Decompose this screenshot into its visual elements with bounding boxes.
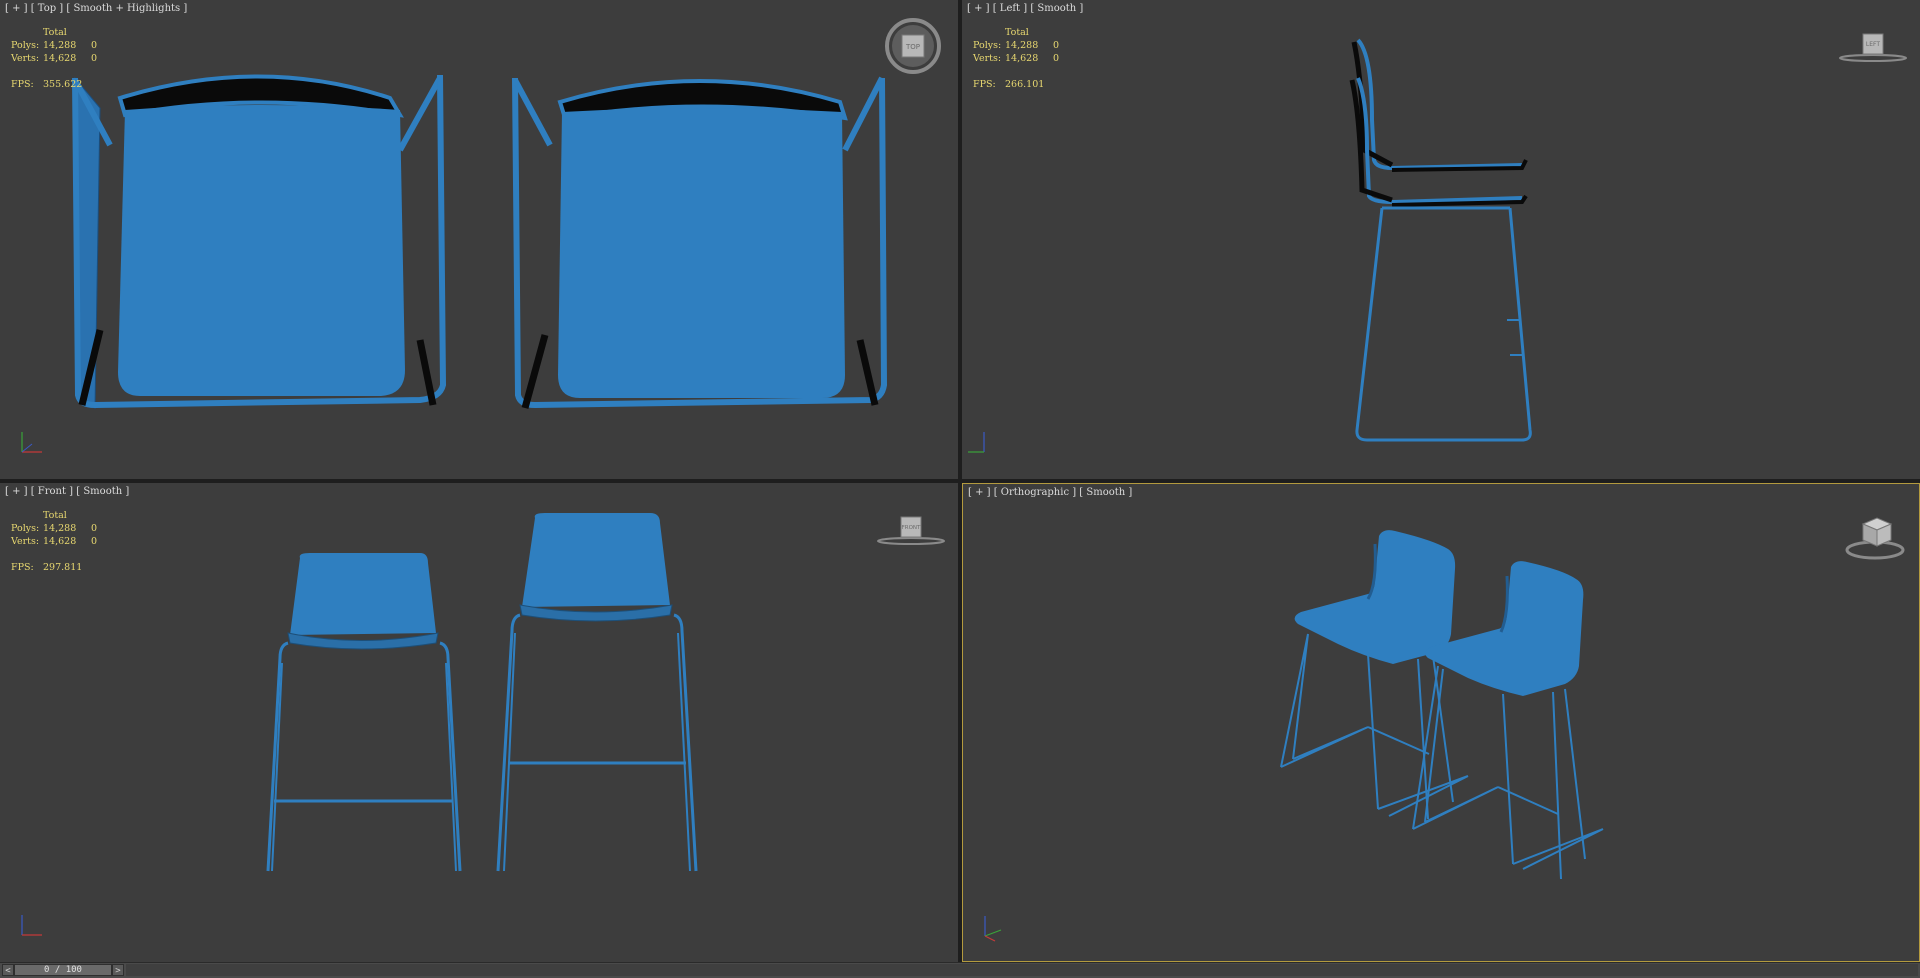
viewport-label[interactable]: [ + ] [ Orthographic ] [ Smooth ] <box>968 487 1132 498</box>
polys-selected: 0 <box>91 40 98 51</box>
polys-selected: 0 <box>1053 40 1060 51</box>
viewport-label[interactable]: [ + ] [ Top ] [ Smooth + Highlights ] <box>5 3 187 14</box>
polys-label: Polys: <box>11 40 40 51</box>
fps-value: 297.811 <box>43 562 83 573</box>
fps-label: FPS: <box>11 562 34 573</box>
viewcube-icon[interactable] <box>1843 508 1909 560</box>
chair-2-top <box>512 76 888 409</box>
timeline-prev-button[interactable]: < <box>2 964 14 976</box>
timeline-bar: < 0 / 100 > <box>0 962 1920 978</box>
viewcube-face-label: LEFT <box>1866 41 1880 48</box>
fps-label: FPS: <box>973 79 996 90</box>
viewport-label[interactable]: [ + ] [ Left ] [ Smooth ] <box>967 3 1083 14</box>
timeline-next-button[interactable]: > <box>112 964 124 976</box>
stats-header: Total <box>43 510 67 521</box>
time-slider[interactable]: 0 / 100 <box>14 964 112 976</box>
stats-header: Total <box>1005 27 1029 38</box>
polys-selected: 0 <box>91 523 98 534</box>
fps-label: FPS: <box>11 79 34 90</box>
left-view-scene <box>1349 38 1532 442</box>
viewcube-icon[interactable]: LEFT <box>1838 28 1908 64</box>
axis-gizmo-icon <box>21 915 42 936</box>
viewcube-face-label: FRONT <box>902 525 921 531</box>
viewport-label[interactable]: [ + ] [ Front ] [ Smooth ] <box>5 486 129 497</box>
chair-1-top <box>72 74 447 409</box>
viewport-top[interactable]: [ + ] [ Top ] [ Smooth + Highlights ] To… <box>0 0 958 479</box>
verts-label: Verts: <box>11 53 40 64</box>
verts-value: 14,628 <box>43 53 77 64</box>
axis-gizmo-icon <box>984 916 1002 942</box>
stats-header: Total <box>43 27 67 38</box>
verts-selected: 0 <box>1053 53 1060 64</box>
axis-gizmo-icon <box>968 432 985 453</box>
verts-label: Verts: <box>11 536 40 547</box>
fps-value: 266.101 <box>1005 79 1045 90</box>
chair-1-ortho <box>1280 530 1469 820</box>
polys-value: 14,288 <box>43 523 77 534</box>
polys-label: Polys: <box>11 523 40 534</box>
ortho-view-scene <box>1280 530 1604 880</box>
viewcube-icon[interactable]: FRONT <box>876 511 946 547</box>
chair-2-front <box>496 513 698 872</box>
timeline-track[interactable] <box>126 964 1918 976</box>
verts-label: Verts: <box>973 53 1002 64</box>
polys-value: 14,288 <box>43 40 77 51</box>
verts-value: 14,628 <box>43 536 77 547</box>
viewport-front[interactable]: [ + ] [ Front ] [ Smooth ] Total Polys: 1… <box>0 483 958 962</box>
verts-value: 14,628 <box>1005 53 1039 64</box>
top-view-scene <box>72 74 888 409</box>
front-view-scene <box>266 513 698 872</box>
polys-value: 14,288 <box>1005 40 1039 51</box>
verts-selected: 0 <box>91 53 98 64</box>
axis-gizmo-icon <box>21 432 42 453</box>
polys-label: Polys: <box>973 40 1002 51</box>
viewcube-face-label: TOP <box>905 43 920 51</box>
chair-1-front <box>266 553 462 872</box>
viewcube-icon[interactable]: TOP <box>884 18 944 74</box>
viewport-left[interactable]: [ + ] [ Left ] [ Smooth ] Total Polys: 14… <box>962 0 1920 479</box>
app-window: [ + ] [ Top ] [ Smooth + Highlights ] To… <box>0 0 1920 978</box>
stats-overlay: Total Polys: 14,288 0 Verts: 14,628 0 FPS: 29… <box>11 509 97 574</box>
stats-overlay: Total Polys: 14,288 0 Verts: 14,628 0 FPS: 26… <box>973 26 1059 91</box>
viewport-orthographic[interactable]: [ + ] [ Orthographic ] [ Smooth ] <box>962 483 1920 962</box>
chairs-side <box>1349 38 1532 442</box>
verts-selected: 0 <box>91 536 98 547</box>
stats-overlay: Total Polys: 14,288 0 Verts: 14,628 0 FPS: 35… <box>11 26 97 91</box>
fps-value: 355.622 <box>43 79 83 90</box>
